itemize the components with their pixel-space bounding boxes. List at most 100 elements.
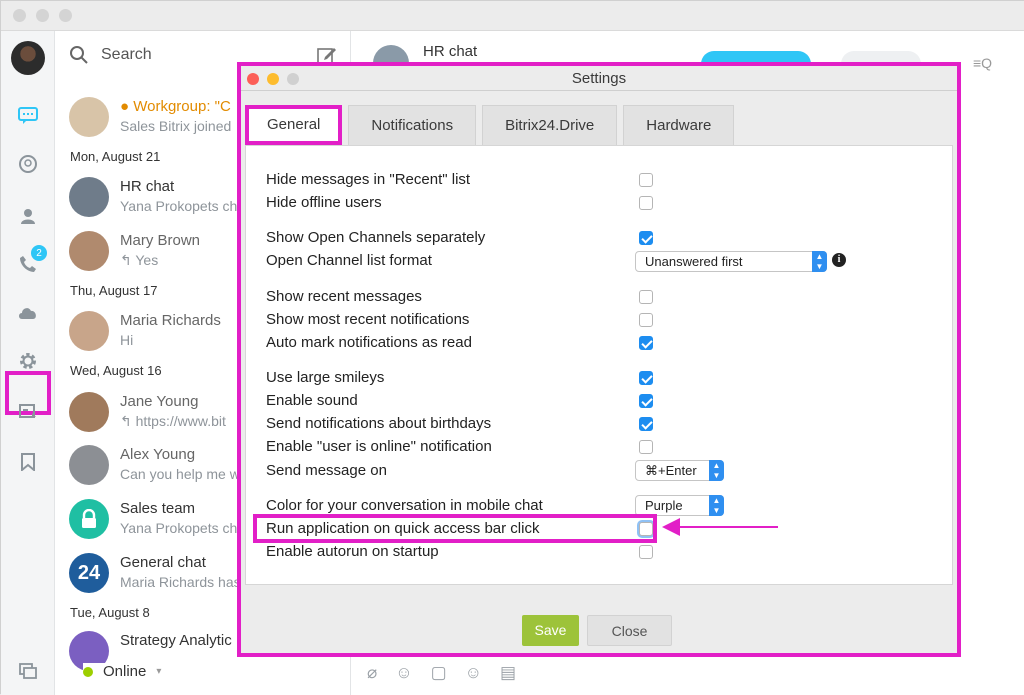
option-label: Enable "user is online" notification: [266, 438, 492, 455]
format-icon[interactable]: ▢: [431, 663, 447, 683]
dialog-minimize-dot[interactable]: [267, 73, 279, 85]
stepper-arrows-icon: ▲ ▼: [709, 495, 724, 516]
chat-name: General chat: [120, 554, 206, 571]
user-online-checkbox[interactable]: [639, 440, 653, 454]
chat-preview: Sales Bitrix joined: [120, 118, 232, 134]
phone-icon[interactable]: [15, 251, 41, 277]
status-selector[interactable]: Online ▾: [83, 663, 222, 680]
select-value: ⌘+Enter: [645, 463, 697, 478]
chat-icon[interactable]: [15, 103, 41, 129]
option-label: Hide messages in "Recent" list: [266, 171, 471, 188]
option-label: Enable sound: [266, 392, 358, 409]
chat-preview: ↰ https://www.bit: [120, 413, 226, 429]
close-window-button[interactable]: [13, 9, 26, 22]
chat-preview: Hi: [120, 332, 134, 348]
smile-icon[interactable]: ☺: [465, 663, 482, 683]
tab-hardware[interactable]: Hardware: [623, 105, 735, 145]
select-value: Purple: [645, 498, 683, 513]
status-label: Online: [103, 663, 147, 680]
search-icon: [70, 46, 88, 64]
option-label: Send notifications about birthdays: [266, 415, 492, 432]
avatar: [69, 97, 109, 137]
date-separator: Wed, August 16: [70, 363, 162, 378]
minimize-window-button[interactable]: [36, 9, 49, 22]
zoom-window-button[interactable]: [59, 9, 72, 22]
tab-notifications[interactable]: Notifications: [348, 105, 477, 145]
search-box[interactable]: Search: [69, 45, 152, 65]
avatar: [69, 177, 109, 217]
user-icon[interactable]: ☺: [395, 663, 412, 683]
online-dot: [83, 666, 93, 677]
chat-name: Alex Young: [120, 446, 196, 463]
avatar: [69, 311, 109, 351]
lock-icon: [82, 509, 96, 528]
option-label: Show Open Channels separately: [266, 229, 486, 246]
chat-name: Jane Young: [120, 393, 199, 410]
recent-notifications-checkbox[interactable]: [639, 313, 653, 327]
settings-dialog: Settings General Notifications Bitrix24.…: [237, 62, 961, 657]
callout-arrowhead: [662, 518, 680, 536]
date-separator: Mon, August 21: [70, 149, 161, 164]
dialog-title: Settings: [571, 70, 627, 87]
dialog-close-dot[interactable]: [247, 73, 259, 85]
chat-name: Maria Richards: [120, 312, 221, 329]
option-label: Show most recent notifications: [266, 311, 470, 328]
date-separator: Tue, August 8: [70, 605, 150, 620]
open-channels-checkbox[interactable]: [639, 231, 653, 245]
chat-name: Sales team: [120, 500, 196, 517]
select-value: Unanswered first: [645, 254, 743, 269]
date-separator: Thu, August 17: [70, 283, 158, 298]
option-label: Enable autorun on startup: [266, 543, 439, 560]
enable-sound-checkbox[interactable]: [639, 394, 653, 408]
tab-bitrix24-drive[interactable]: Bitrix24.Drive: [482, 105, 618, 145]
close-button[interactable]: Close: [587, 615, 672, 646]
notifications-icon[interactable]: [15, 399, 41, 425]
mobile-color-select[interactable]: Purple ▲ ▼: [635, 495, 724, 516]
bookmark-icon[interactable]: [15, 449, 41, 475]
left-rail: 2: [1, 31, 55, 695]
stepper-arrows-icon: ▲ ▼: [812, 251, 827, 272]
attach-icon[interactable]: ⌀: [367, 663, 377, 683]
cloud-icon[interactable]: [15, 299, 41, 325]
option-label: Send message on: [266, 462, 387, 479]
chat-preview: Maria Richards has: [120, 574, 241, 590]
avatar: [69, 499, 109, 539]
settings-tabs: General Notifications Bitrix24.Drive Har…: [245, 105, 735, 145]
chat-title: HR chat: [423, 43, 478, 60]
large-smileys-checkbox[interactable]: [639, 371, 653, 385]
chat-search-icon[interactable]: ≡Q: [973, 55, 992, 71]
search-messages-icon[interactable]: [15, 151, 41, 177]
hide-recent-checkbox[interactable]: [639, 173, 653, 187]
hide-offline-checkbox[interactable]: [639, 196, 653, 210]
avatar: [69, 231, 109, 271]
auto-mark-read-checkbox[interactable]: [639, 336, 653, 350]
tab-general[interactable]: General: [245, 105, 343, 145]
recent-messages-checkbox[interactable]: [639, 290, 653, 304]
autorun-checkbox[interactable]: [639, 545, 653, 559]
avatar: [69, 445, 109, 485]
chat-preview: ↰ Yes: [120, 252, 159, 268]
chat-name: Strategy Analytic: [120, 632, 232, 649]
dialog-zoom-dot[interactable]: [287, 73, 299, 85]
title-bar: [1, 1, 1024, 31]
gear-icon[interactable]: [15, 348, 41, 374]
option-label: Show recent messages: [266, 288, 422, 305]
chevron-down-icon: ▾: [156, 666, 162, 677]
birthdays-checkbox[interactable]: [639, 417, 653, 431]
windows-icon[interactable]: [19, 663, 37, 684]
contacts-icon[interactable]: [15, 203, 41, 229]
chat-name: HR chat: [120, 178, 175, 195]
avatar: [69, 392, 109, 432]
chat-preview: Yana Prokopets ch: [120, 520, 238, 536]
settings-title-bar: Settings: [241, 66, 957, 91]
user-avatar[interactable]: [11, 41, 45, 75]
save-button[interactable]: Save: [522, 615, 579, 646]
stepper-arrows-icon: ▲ ▼: [709, 460, 724, 481]
option-label: Hide offline users: [266, 194, 382, 211]
quick-access-highlight: [253, 514, 657, 543]
open-channel-format-select[interactable]: Unanswered first ▲ ▼: [635, 251, 827, 272]
file-icon[interactable]: ▤: [500, 663, 516, 683]
info-icon[interactable]: i: [832, 253, 846, 267]
search-label: Search: [101, 46, 152, 63]
send-message-select[interactable]: ⌘+Enter ▲ ▼: [635, 460, 724, 481]
